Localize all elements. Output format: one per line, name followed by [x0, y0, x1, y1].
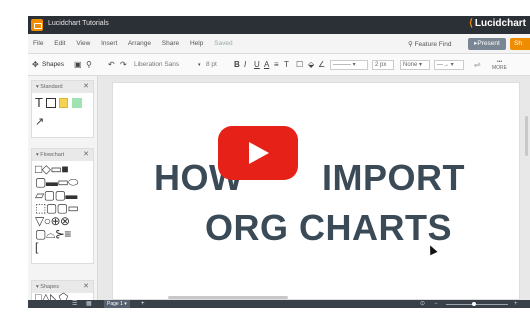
note-shape-icon[interactable]	[59, 98, 68, 108]
title-text-org-charts[interactable]: ORG CHARTS	[205, 207, 452, 249]
waypoint-icon[interactable]: ⇌	[474, 60, 481, 69]
close-icon[interactable]: ✕	[83, 281, 89, 293]
zoom-fit-icon[interactable]: ⊙	[420, 300, 425, 308]
bold-icon[interactable]: B	[234, 60, 240, 69]
flowchart-shapes-grid[interactable]: □◇▭■ ▢▬▭⬭ ▱▢▢▬ ⬚▢▢▭ ▽○⊕⊗ ▢⌓⊱≡ [	[35, 163, 95, 254]
italic-icon[interactable]: I	[244, 60, 246, 69]
rectangle-shape-icon[interactable]	[46, 98, 56, 108]
search-icon[interactable]: ⚲	[86, 60, 92, 69]
brand-name: Lucidchart	[474, 18, 526, 29]
menu-share[interactable]: Share	[162, 40, 179, 47]
present-button[interactable]: ▸Present	[468, 38, 506, 50]
flowchart-library: ▾ Flowchart ✕ □◇▭■ ▢▬▭⬭ ▱▢▢▬ ⬚▢▢▭ ▽○⊕⊗ ▢⌓…	[31, 148, 94, 264]
line-width-select[interactable]: 2 px	[372, 60, 394, 70]
text-color-icon[interactable]: A	[264, 60, 269, 69]
binoculars-icon: ⚲	[408, 41, 415, 48]
canvas-page[interactable]: HOW IMPORT ORG CHARTS	[112, 82, 520, 300]
shapes-button[interactable]: Shapes	[42, 61, 64, 68]
lucidchart-logo-icon	[31, 19, 43, 31]
close-icon[interactable]: ✕	[83, 81, 89, 93]
shapes-icon: ✥	[32, 60, 39, 69]
video-frame: Lucidchart Tutorials ⟨ Lucidchart File Ed…	[0, 0, 530, 320]
image-icon[interactable]: ▣	[74, 60, 82, 69]
redo-icon[interactable]: ↷	[120, 60, 127, 69]
grid-view-icon[interactable]: ▦	[86, 300, 92, 308]
menu-insert[interactable]: Insert	[101, 40, 117, 47]
brand-logo: ⟨ Lucidchart	[469, 18, 526, 29]
page-tab[interactable]: Page 1 ▾	[104, 300, 130, 308]
page-label: Page 1	[107, 301, 123, 307]
annotation-shape-icon[interactable]: [	[35, 240, 38, 254]
toolbar: ✥ Shapes ▣ ⚲ ↶ ↷ Liberation Sans ▾ 8 pt …	[28, 54, 530, 76]
standard-library: ▾ Standard ✕ T ↗	[31, 80, 94, 138]
line-style-select[interactable]: ——— ▾	[330, 60, 368, 70]
share-button[interactable]: Sh	[510, 38, 530, 50]
youtube-play-button[interactable]	[218, 126, 298, 180]
canvas-area[interactable]: HOW IMPORT ORG CHARTS	[98, 76, 530, 300]
shape-library-panel: ▾ Standard ✕ T ↗ ▾ Flowchart ✕ □◇▭■ ▢▬▭⬭ ▱…	[28, 76, 98, 304]
text-options-icon[interactable]: T	[284, 60, 289, 69]
font-family-select[interactable]: Liberation Sans	[134, 61, 179, 68]
title-bar: Lucidchart Tutorials ⟨ Lucidchart	[28, 16, 530, 34]
standard-library-header[interactable]: ▾ Standard ✕	[32, 81, 93, 93]
menu-bar: File Edit View Insert Arrange Share Help…	[28, 34, 530, 54]
menu-edit[interactable]: Edit	[54, 40, 65, 47]
document-title: Lucidchart Tutorials	[48, 20, 109, 27]
line-color-icon[interactable]: ∠	[318, 60, 325, 69]
vertical-scrollbar[interactable]	[525, 116, 528, 156]
status-bar: ☰ ▦ Page 1 ▾ + ⊙ − +	[28, 300, 530, 308]
align-icon[interactable]: ≡	[274, 60, 279, 69]
chevron-down-icon: ▾	[198, 62, 201, 68]
letterbox-bottom	[0, 308, 530, 320]
shapes-library-title: Shapes	[40, 284, 59, 290]
fill-icon[interactable]: ⬙	[308, 60, 314, 69]
brand-mark-icon: ⟨	[468, 18, 473, 29]
horizontal-scrollbar[interactable]	[168, 296, 288, 299]
feature-find-button[interactable]: ⚲ Feature Find	[408, 40, 451, 48]
arrow-start-select[interactable]: None ▾	[400, 60, 430, 70]
document-shape-icon[interactable]: ▢▬▭⬭	[35, 175, 78, 189]
merge-shape-icon[interactable]: ▽○⊕⊗	[35, 214, 70, 228]
feature-find-label: Feature Find	[414, 41, 452, 48]
zoom-slider-handle[interactable]	[472, 302, 476, 306]
border-icon[interactable]: ☐	[296, 60, 303, 69]
line-width-value: 2 px	[375, 62, 387, 68]
arrow-start-value: None	[403, 62, 418, 68]
add-page-button[interactable]: +	[141, 300, 145, 308]
zoom-out-icon[interactable]: −	[434, 300, 438, 308]
underline-icon[interactable]: U	[254, 60, 260, 69]
block-shape-icon[interactable]	[72, 98, 82, 108]
data-shape-icon[interactable]: ▱▢▢▬	[35, 188, 77, 202]
more-label: MORE	[492, 65, 507, 71]
process-shape-icon[interactable]: □◇▭■	[35, 162, 69, 176]
undo-icon[interactable]: ↶	[108, 60, 115, 69]
menu-view[interactable]: View	[76, 40, 90, 47]
letterbox-top	[0, 0, 530, 16]
menu-items: File Edit View Insert Arrange Share Help…	[33, 40, 242, 47]
zoom-in-icon[interactable]: +	[514, 300, 518, 308]
line-shape-icon[interactable]: ↗	[35, 115, 44, 128]
text-shape-icon[interactable]: T	[35, 95, 43, 110]
close-icon[interactable]: ✕	[83, 149, 89, 161]
more-button[interactable]: ••• MORE	[492, 59, 507, 71]
title-text-import[interactable]: IMPORT	[322, 157, 465, 199]
menu-arrange[interactable]: Arrange	[128, 40, 151, 47]
zoom-slider[interactable]	[446, 304, 508, 305]
menu-help[interactable]: Help	[190, 40, 203, 47]
arrow-end-select[interactable]: —→ ▾	[434, 60, 464, 70]
flowchart-library-title: Flowchart	[40, 152, 65, 158]
list-view-icon[interactable]: ☰	[72, 300, 77, 308]
menu-file[interactable]: File	[33, 40, 43, 47]
standard-library-title: Standard	[40, 84, 63, 90]
present-label: Present	[477, 40, 500, 47]
storage-shape-icon[interactable]: ▢⌓⊱≡	[35, 227, 71, 241]
card-shape-icon[interactable]: ⬚▢▢▭	[35, 201, 79, 215]
saved-status: Saved	[214, 40, 233, 47]
font-size-select[interactable]: 8 pt	[206, 61, 217, 68]
flowchart-library-header[interactable]: ▾ Flowchart ✕	[32, 149, 93, 161]
share-label: Sh	[514, 40, 522, 47]
